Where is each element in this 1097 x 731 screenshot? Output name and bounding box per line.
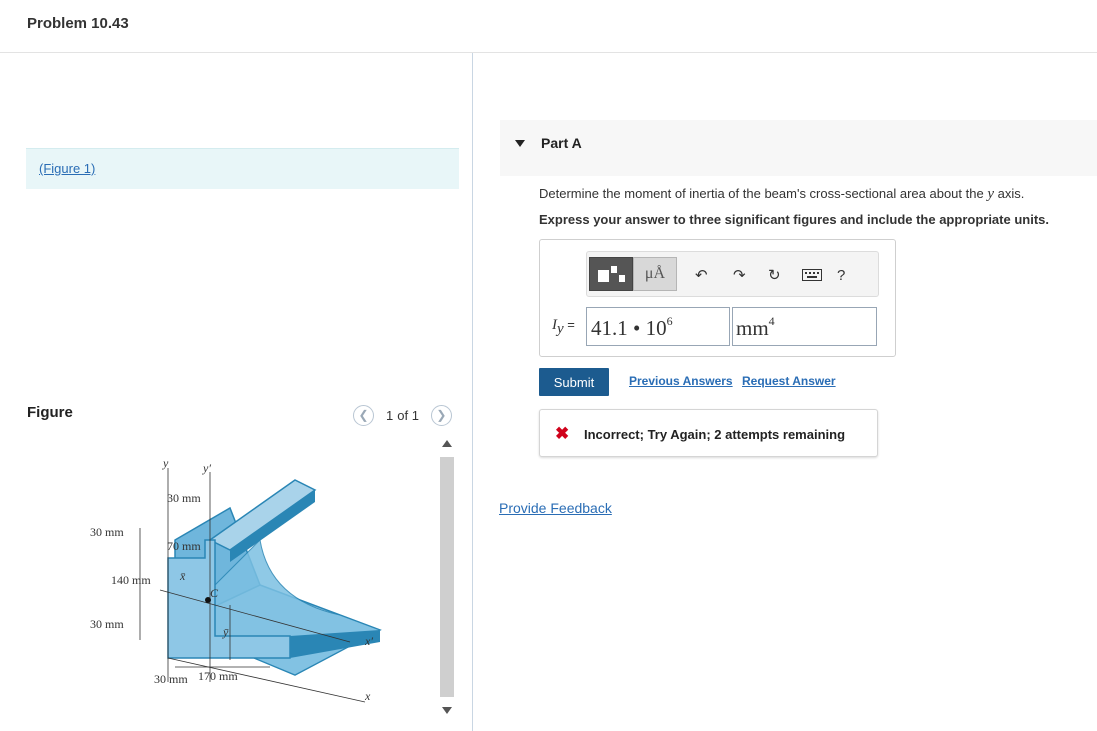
- collapse-triangle-icon[interactable]: [515, 140, 525, 147]
- equals-sign: =: [567, 317, 575, 332]
- help-button[interactable]: ?: [837, 264, 845, 286]
- template-icon[interactable]: [589, 257, 633, 291]
- figure-link-bar: (Figure 1): [26, 148, 459, 189]
- scroll-down-arrow-icon[interactable]: [442, 707, 452, 714]
- answer-instruction: Express your answer to three significant…: [539, 212, 1049, 227]
- answer-unit-input[interactable]: mm4: [732, 307, 877, 346]
- question-body: Determine the moment of inertia of the b…: [539, 186, 984, 201]
- answer-value-input[interactable]: 41.1 • 106: [586, 307, 730, 346]
- beam-figure: y y′ x x′ C x̄ ȳ 30 mm 70 mm 30 mm 140 m…: [90, 456, 382, 703]
- figure-scrollbar[interactable]: [440, 440, 454, 722]
- toolbar-template-group: μÅ: [589, 257, 679, 291]
- value-mantissa: 41.1 • 10: [591, 316, 667, 340]
- question-axis: y: [987, 186, 995, 202]
- value-exponent: 6: [666, 314, 673, 328]
- x-mark-icon: ✖: [555, 424, 570, 443]
- units-button[interactable]: μÅ: [633, 257, 677, 291]
- dim-30-left-top: 30 mm: [90, 525, 124, 539]
- figure-page-current: 1: [386, 407, 394, 423]
- next-figure-button[interactable]: ❯: [430, 404, 452, 426]
- unit-base: mm: [736, 316, 769, 340]
- keyboard-icon[interactable]: [802, 264, 822, 286]
- variable-subscript: y: [557, 320, 564, 337]
- reset-icon[interactable]: ↻: [768, 264, 781, 286]
- submit-button[interactable]: Submit: [539, 368, 609, 396]
- figure-page-total: of 1: [397, 407, 419, 423]
- y-bar-label: ȳ: [222, 625, 229, 639]
- page: Problem 10.43 (Figure 1) Figure ❮ 1 of 1 …: [0, 0, 1097, 731]
- previous-answers-link[interactable]: Previous Answers: [629, 374, 733, 388]
- dim-170: 170 mm: [198, 669, 238, 683]
- axis-y-label: y: [162, 456, 169, 470]
- figure-heading: Figure: [27, 404, 73, 421]
- question-text: Determine the moment of inertia of the b…: [539, 186, 1024, 203]
- x-bar-label: x̄: [179, 569, 186, 583]
- answer-box: μÅ ↶ ↷ ↻ ? Iy = 41.1 • 106 mm4: [539, 239, 896, 357]
- figure-page-count: 1 of 1: [386, 408, 423, 423]
- redo-icon[interactable]: ↷: [733, 264, 746, 286]
- scroll-up-arrow-icon[interactable]: [442, 440, 452, 447]
- request-answer-link[interactable]: Request Answer: [742, 374, 836, 388]
- scroll-thumb[interactable]: [440, 457, 454, 697]
- dim-30-left-bottom: 30 mm: [90, 617, 124, 631]
- dim-30-bottom: 30 mm: [154, 672, 188, 686]
- variable-label: Iy =: [552, 317, 575, 338]
- dim-140: 140 mm: [111, 573, 151, 587]
- centroid-label: C: [210, 586, 219, 600]
- part-a-label: Part A: [541, 135, 582, 151]
- problem-title: Problem 10.43: [27, 15, 129, 32]
- feedback-message-box: ✖ Incorrect; Try Again; 2 attempts remai…: [539, 409, 878, 457]
- feedback-message: Incorrect; Try Again; 2 attempts remaini…: [584, 427, 846, 442]
- part-a-header[interactable]: Part A: [500, 120, 1097, 176]
- figure-link[interactable]: (Figure 1): [39, 161, 95, 176]
- math-toolbar: μÅ ↶ ↷ ↻ ?: [586, 251, 879, 297]
- axis-y-prime-label: y′: [202, 461, 211, 475]
- unit-exponent: 4: [768, 314, 775, 328]
- figure-pager: ❮ 1 of 1 ❯: [353, 404, 452, 426]
- pane-divider: [472, 53, 473, 731]
- axis-x-label: x: [364, 689, 371, 703]
- undo-icon[interactable]: ↶: [695, 264, 708, 286]
- axis-x-prime-label: x′: [364, 634, 373, 648]
- dim-70: 70 mm: [167, 539, 201, 553]
- provide-feedback-link[interactable]: Provide Feedback: [499, 500, 612, 516]
- question-suffix: axis.: [997, 186, 1025, 201]
- header-divider: [0, 52, 1097, 53]
- dim-30-top: 30 mm: [167, 491, 201, 505]
- previous-figure-button[interactable]: ❮: [353, 404, 374, 426]
